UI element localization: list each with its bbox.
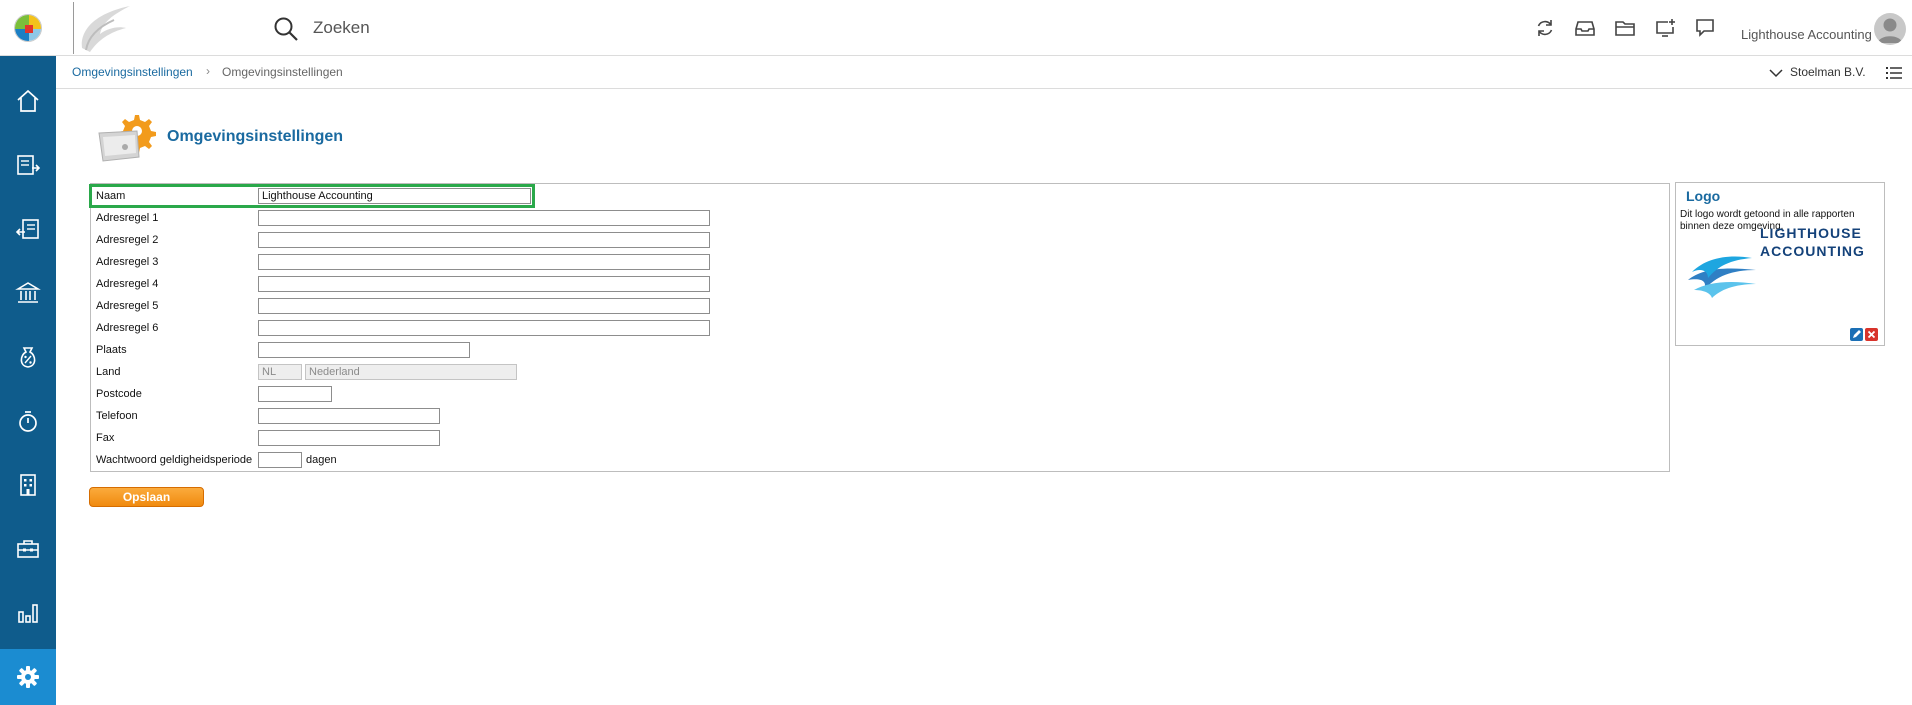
lighthouse-logo-mark [1688, 256, 1756, 298]
tax-icon [20, 347, 36, 368]
search-input[interactable] [313, 14, 673, 42]
chat-icon[interactable] [1694, 17, 1716, 39]
search-icon[interactable] [273, 16, 299, 42]
edit-logo-button[interactable] [1850, 328, 1863, 341]
bank-icon [15, 282, 41, 303]
close-icon [1867, 330, 1876, 339]
adresregel-2-label: Adresregel 2 [96, 234, 159, 246]
adresregel-6-label: Adresregel 6 [96, 322, 159, 334]
top-bar: Lighthouse Accounting [0, 0, 1912, 56]
land-code-input[interactable] [258, 364, 302, 380]
company-icon [20, 474, 36, 496]
sidebar-item-time[interactable] [0, 393, 56, 449]
adresregel-6-input[interactable] [258, 320, 710, 336]
telefoon-label: Telefoon [96, 410, 138, 422]
sidebar-item-sales[interactable] [0, 137, 56, 193]
plaats-input[interactable] [258, 342, 470, 358]
sidebar-item-tools[interactable] [0, 521, 56, 577]
breadcrumb-current: Omgevingsinstellingen [222, 65, 343, 79]
fax-input[interactable] [258, 430, 440, 446]
sidebar-item-purchase[interactable] [0, 201, 56, 257]
postcode-input[interactable] [258, 386, 332, 402]
sidebar-item-settings[interactable] [0, 649, 56, 705]
breadcrumb-link[interactable]: Omgevingsinstellingen [72, 65, 193, 79]
timer-icon [19, 411, 37, 432]
reports-icon [18, 604, 38, 623]
adresregel-5-label: Adresregel 5 [96, 300, 159, 312]
screen-add-icon[interactable] [1654, 17, 1676, 39]
breadcrumb: Omgevingsinstellingen › Omgevingsinstell… [56, 56, 1912, 89]
adresregel-3-label: Adresregel 3 [96, 256, 159, 268]
wachtwoord-label: Wachtwoord geldigheidsperiode [96, 454, 253, 466]
adresregel-5-input[interactable] [258, 298, 710, 314]
sidebar-item-bank[interactable] [0, 265, 56, 321]
adresregel-4-input[interactable] [258, 276, 710, 292]
invoice-out-icon [17, 155, 41, 175]
sidebar-item-home[interactable] [0, 73, 56, 129]
naam-label: Naam [96, 190, 126, 202]
settings-icon [17, 666, 39, 688]
adresregel-3-input[interactable] [258, 254, 710, 270]
logo-text-line-2: ACCOUNTING [1760, 243, 1865, 259]
telefoon-input[interactable] [258, 408, 440, 424]
logo-panel-title: Logo [1686, 188, 1721, 204]
adresregel-1-label: Adresregel 1 [96, 212, 159, 224]
naam-input[interactable] [258, 188, 531, 204]
sidebar-item-company[interactable] [0, 457, 56, 513]
land-label: Land [96, 366, 121, 378]
home-icon [17, 89, 39, 112]
save-button[interactable]: Opslaan [89, 487, 204, 507]
land-name-input[interactable] [305, 364, 517, 380]
list-menu-icon[interactable] [1886, 66, 1902, 80]
settings-page-icon [98, 115, 156, 162]
invoice-in-icon [15, 219, 39, 239]
sidebar-item-tax[interactable] [0, 329, 56, 385]
page-title: Omgevingsinstellingen [167, 128, 344, 145]
company-selector[interactable]: Stoelman B.V. [1790, 65, 1866, 79]
refresh-icon[interactable] [1534, 17, 1556, 39]
postcode-label: Postcode [96, 388, 142, 400]
logo-text-line-1: LIGHTHOUSE [1760, 225, 1862, 241]
delete-logo-button[interactable] [1865, 328, 1878, 341]
fax-label: Fax [96, 432, 115, 444]
wachtwoord-suffix: dagen [306, 454, 337, 466]
user-name[interactable]: Lighthouse Accounting [1741, 27, 1872, 42]
app-logo[interactable] [14, 14, 42, 42]
avatar[interactable] [1874, 13, 1906, 45]
adresregel-1-input[interactable] [258, 210, 710, 226]
sidebar-item-reports[interactable] [0, 585, 56, 641]
folder-icon[interactable] [1614, 17, 1636, 39]
chevron-down-icon[interactable] [1769, 68, 1783, 78]
inbox-icon[interactable] [1574, 17, 1596, 39]
logo-panel: Logo Dit logo wordt getoond in alle rapp… [1675, 182, 1885, 346]
plaats-label: Plaats [96, 344, 127, 356]
edit-icon [1853, 330, 1861, 338]
toolbox-icon [17, 540, 39, 558]
adresregel-4-label: Adresregel 4 [96, 278, 159, 290]
adresregel-2-input[interactable] [258, 232, 710, 248]
brand-logo [73, 2, 135, 54]
breadcrumb-separator: › [206, 64, 210, 78]
wachtwoord-input[interactable] [258, 452, 302, 468]
